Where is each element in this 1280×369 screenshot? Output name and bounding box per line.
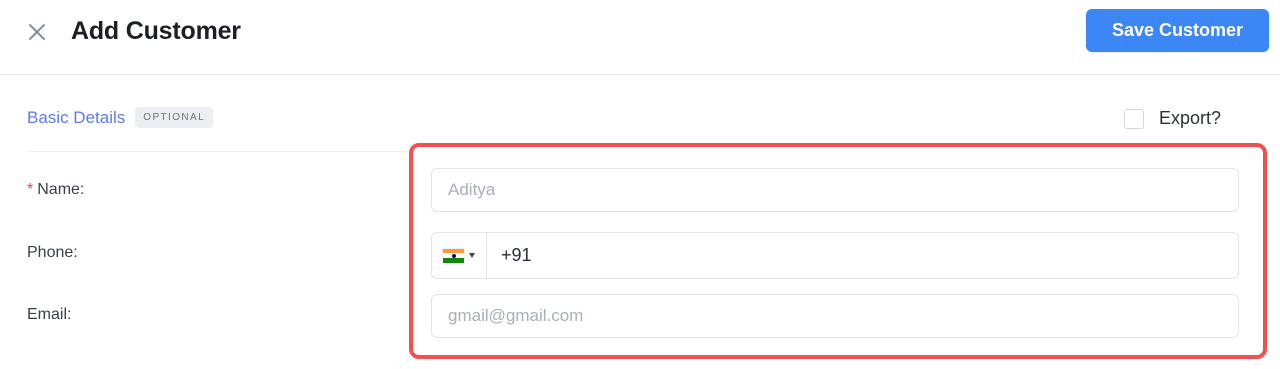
email-label-text: Email [27,306,68,323]
section-title[interactable]: Basic Details [27,108,125,128]
phone-field [431,232,1239,279]
india-flag-icon [443,248,464,263]
email-label-colon: : [67,306,72,323]
export-checkbox[interactable] [1124,108,1144,129]
email-input[interactable] [431,294,1239,338]
country-code-select[interactable] [432,233,487,278]
phone-label-text: Phone [27,244,74,261]
name-label: * Name: [27,181,84,199]
save-customer-button[interactable]: Save Customer [1086,9,1269,52]
header-bar: Add Customer Save Customer [0,0,1280,75]
phone-label: Phone: [27,244,78,262]
phone-label-colon: : [73,244,78,261]
close-icon [29,24,45,40]
add-customer-page: Add Customer Save Customer Basic Details… [0,0,1280,369]
required-marker: * [27,181,34,198]
export-toggle[interactable]: Export? [1124,108,1221,129]
name-input[interactable] [431,168,1239,212]
page-title: Add Customer [71,17,241,45]
email-label: Email: [27,306,71,324]
optional-badge: OPTIONAL [135,107,214,128]
chevron-down-icon [469,253,475,258]
phone-input[interactable] [487,233,1238,278]
export-label: Export? [1159,108,1222,128]
name-label-text: Name [37,181,80,198]
close-button[interactable] [22,17,52,47]
name-label-colon: : [79,181,85,198]
section-divider [27,151,415,152]
section-heading: Basic Details OPTIONAL [27,107,214,128]
